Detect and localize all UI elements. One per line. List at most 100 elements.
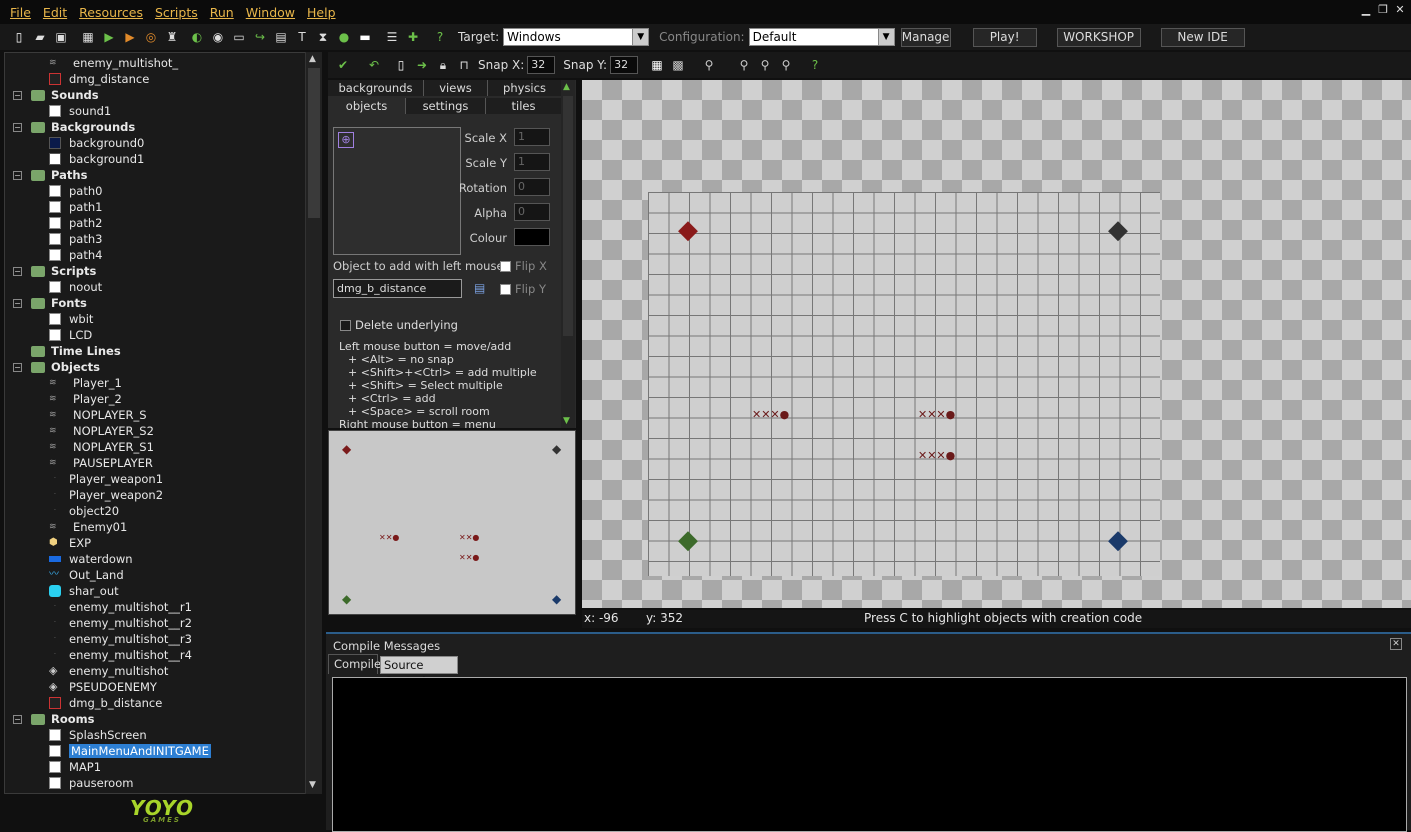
room-icon[interactable]: ▬ [358, 30, 372, 44]
tree-item[interactable]: ≋ Player_2 [49, 391, 122, 407]
play-button[interactable]: Play! [972, 27, 1037, 47]
tree-item[interactable]: ≋ Enemy01 [49, 519, 127, 535]
enemy-multishot-instance[interactable]: ✕✕✕● [918, 408, 955, 421]
tree-item[interactable]: path4 [49, 247, 102, 263]
enemy-gray-instance[interactable]: ◆ [1104, 216, 1132, 244]
menu-file[interactable]: File [10, 5, 31, 20]
collapse-toggle-icon[interactable]: − [13, 715, 22, 724]
tree-item[interactable]: · enemy_multishot__r1 [49, 599, 192, 615]
scroll-up-icon[interactable]: ▲ [309, 54, 316, 64]
tree-item[interactable]: · Player_weapon2 [49, 487, 163, 503]
delete-underlying-box[interactable] [340, 320, 351, 331]
room-grid[interactable]: ◆ ◆ ✕✕✕● ✕✕✕● ✕✕✕● ◆ ◆ [648, 192, 1160, 576]
room-help-icon[interactable]: ? [808, 58, 822, 72]
tree-item[interactable]: ≋ Player_1 [49, 375, 122, 391]
tree-item[interactable]: ≋ PAUSEPLAYER [49, 455, 153, 471]
snapy-input[interactable]: 32 [610, 56, 639, 74]
help-icon[interactable]: ? [433, 30, 447, 44]
tree-item[interactable]: dmg_distance [49, 71, 149, 87]
zoom-in-icon[interactable]: ⚲ [779, 58, 793, 72]
debug-icon[interactable]: ▶ [123, 30, 137, 44]
tab-tiles[interactable]: tiles [486, 98, 562, 114]
tree-item[interactable]: ≋ NOPLAYER_S [49, 407, 147, 423]
scroll-down-icon[interactable]: ▼ [563, 416, 570, 426]
room-minimap[interactable]: ◆ ◆ ✕✕● ✕✕● ✕✕● ◆ ◆ [328, 430, 576, 615]
tree-item[interactable]: background0 [49, 135, 144, 151]
object-menu-icon[interactable]: ▤ [474, 281, 488, 295]
collapse-toggle-icon[interactable]: − [13, 299, 22, 308]
player-green-instance[interactable]: ◆ [674, 526, 702, 554]
background-icon[interactable]: ▭ [232, 30, 246, 44]
scale-x-input[interactable]: 1 [514, 128, 550, 146]
tree-item[interactable]: waterdown [49, 551, 133, 567]
tree-item[interactable]: ◈ PSEUDOENEMY [49, 679, 157, 695]
tree-item[interactable]: background1 [49, 151, 144, 167]
tree-item[interactable]: wbit [49, 311, 93, 327]
tree-folder[interactable]: Objects [31, 359, 100, 375]
flip-x-box[interactable] [500, 261, 511, 272]
scale-y-input[interactable]: 1 [514, 153, 550, 171]
flip-y-box[interactable] [500, 284, 511, 295]
tree-item[interactable]: noout [49, 279, 102, 295]
tree-folder[interactable]: Time Lines [31, 343, 121, 359]
tree-item[interactable]: ⬢ EXP [49, 535, 91, 551]
profile-icon[interactable]: ◎ [144, 30, 158, 44]
grid-icon[interactable]: ▦ [650, 58, 664, 72]
tree-item[interactable]: sound1 [49, 103, 111, 119]
font-icon[interactable]: T [295, 30, 309, 44]
open-icon[interactable]: ▰ [33, 30, 47, 44]
enemy-multishot-instance[interactable]: ✕✕✕● [752, 408, 789, 421]
colour-swatch[interactable] [514, 228, 550, 246]
undo-icon[interactable]: ↶ [367, 58, 381, 72]
collapse-toggle-icon[interactable]: − [13, 171, 22, 180]
zoom-reset-icon[interactable]: ⚲ [758, 58, 772, 72]
tree-item[interactable]: path3 [49, 231, 102, 247]
tree-folder[interactable]: Fonts [31, 295, 87, 311]
new-file-icon[interactable]: ▯ [12, 30, 26, 44]
tab-settings[interactable]: settings [406, 98, 486, 114]
tree-item[interactable]: ≋ NOPLAYER_S2 [49, 423, 154, 439]
clean-icon[interactable]: ♜ [165, 30, 179, 44]
alpha-input[interactable]: 0 [514, 203, 550, 221]
compile-output[interactable] [332, 677, 1407, 832]
tab-views[interactable]: views [424, 80, 488, 96]
snapx-input[interactable]: 32 [527, 56, 556, 74]
manage-button[interactable]: Manage [900, 27, 951, 47]
restore-icon[interactable]: ❐ [1377, 4, 1389, 16]
tab-backgrounds[interactable]: backgrounds [328, 80, 424, 96]
tree-item[interactable]: path1 [49, 199, 102, 215]
tree-folder[interactable]: Paths [31, 167, 87, 183]
menu-resources[interactable]: Resources [79, 5, 143, 20]
close-icon[interactable]: ✕ [1394, 4, 1406, 16]
tree-item[interactable]: ≋ NOPLAYER_S1 [49, 439, 154, 455]
zoom-dropdown-icon[interactable]: ⚲ [702, 58, 716, 72]
run-icon[interactable]: ▶ [102, 30, 116, 44]
enemy-multishot-instance[interactable]: ✕✕✕● [918, 449, 955, 462]
tree-item[interactable]: pauseroom [49, 775, 133, 791]
collapse-toggle-icon[interactable]: − [13, 363, 22, 372]
config-select[interactable]: Default ▼ [748, 28, 895, 46]
scroll-down-icon[interactable]: ▼ [309, 780, 316, 790]
player-blue-instance[interactable]: ◆ [1104, 526, 1132, 554]
script-icon[interactable]: ▤ [274, 30, 288, 44]
tree-item[interactable]: path0 [49, 183, 102, 199]
object-select-input[interactable]: dmg_b_distance [333, 279, 462, 298]
collapse-toggle-icon[interactable]: − [13, 91, 22, 100]
close-icon[interactable]: ✕ [1390, 638, 1402, 650]
ok-check-icon[interactable]: ✔ [336, 58, 350, 72]
tree-item[interactable]: LCD [49, 327, 92, 343]
tree-item[interactable]: MainMenuAndINITGAME [49, 743, 211, 759]
export-icon[interactable]: ▦ [81, 30, 95, 44]
tree-folder[interactable]: Scripts [31, 263, 96, 279]
tree-item[interactable]: · enemy_multishot__r2 [49, 615, 192, 631]
collapse-toggle-icon[interactable]: − [13, 267, 22, 276]
menu-run[interactable]: Run [210, 5, 234, 20]
workshop-button[interactable]: WORKSHOP [1056, 27, 1141, 47]
tree-item[interactable]: shar_out [49, 583, 119, 599]
timeline-icon[interactable]: ⧗ [316, 30, 330, 44]
tree-scrollbar[interactable]: ▲ ▼ [305, 52, 322, 794]
game-info-icon[interactable]: ☰ [385, 30, 399, 44]
isometric-icon[interactable]: ▩ [671, 58, 685, 72]
tree-item[interactable]: MAP1 [49, 759, 101, 775]
object-icon[interactable]: ● [337, 30, 351, 44]
